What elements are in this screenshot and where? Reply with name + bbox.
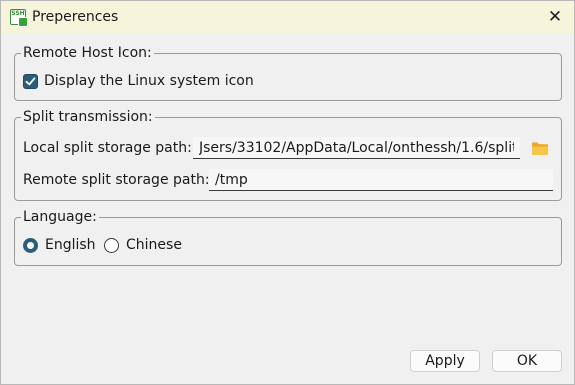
window-title: Preperences [32,9,119,25]
apply-button[interactable]: Apply [410,350,480,372]
remote-split-path-input[interactable] [209,169,553,191]
split-transmission-group-title: Split transmission: [21,108,155,126]
local-split-path-input[interactable] [193,137,520,159]
language-group-title: Language: [21,208,99,226]
checkmark-icon [25,77,36,86]
remote-host-icon-group-title: Remote Host Icon: [21,44,154,62]
chinese-radio-label[interactable]: Chinese [126,236,182,254]
chinese-radio[interactable] [104,238,119,253]
english-radio-label[interactable]: English [45,236,96,254]
split-transmission-group: Split transmission: Local split storage … [14,108,562,201]
display-linux-icon-checkbox[interactable] [23,74,38,89]
title-bar: SSH Preperences ✕ [1,1,574,33]
ok-button[interactable]: OK [492,350,562,372]
preferences-dialog: SSH Preperences ✕ Remote Host Icon: Disp… [0,0,575,385]
local-split-path-label: Local split storage path: [23,140,192,156]
app-icon-badge [18,17,28,27]
radio-selected-dot [27,242,34,249]
remote-split-path-label: Remote split storage path: [23,172,210,188]
display-linux-icon-label: Display the Linux system icon [44,73,254,89]
english-radio[interactable] [23,238,38,253]
close-icon: ✕ [547,7,563,27]
remote-host-icon-group: Remote Host Icon: Display the Linux syst… [14,44,562,101]
close-button[interactable]: ✕ [542,4,568,30]
app-icon: SSH [10,9,28,27]
language-group: Language: English Chinese [14,208,562,266]
folder-icon[interactable] [531,141,549,156]
